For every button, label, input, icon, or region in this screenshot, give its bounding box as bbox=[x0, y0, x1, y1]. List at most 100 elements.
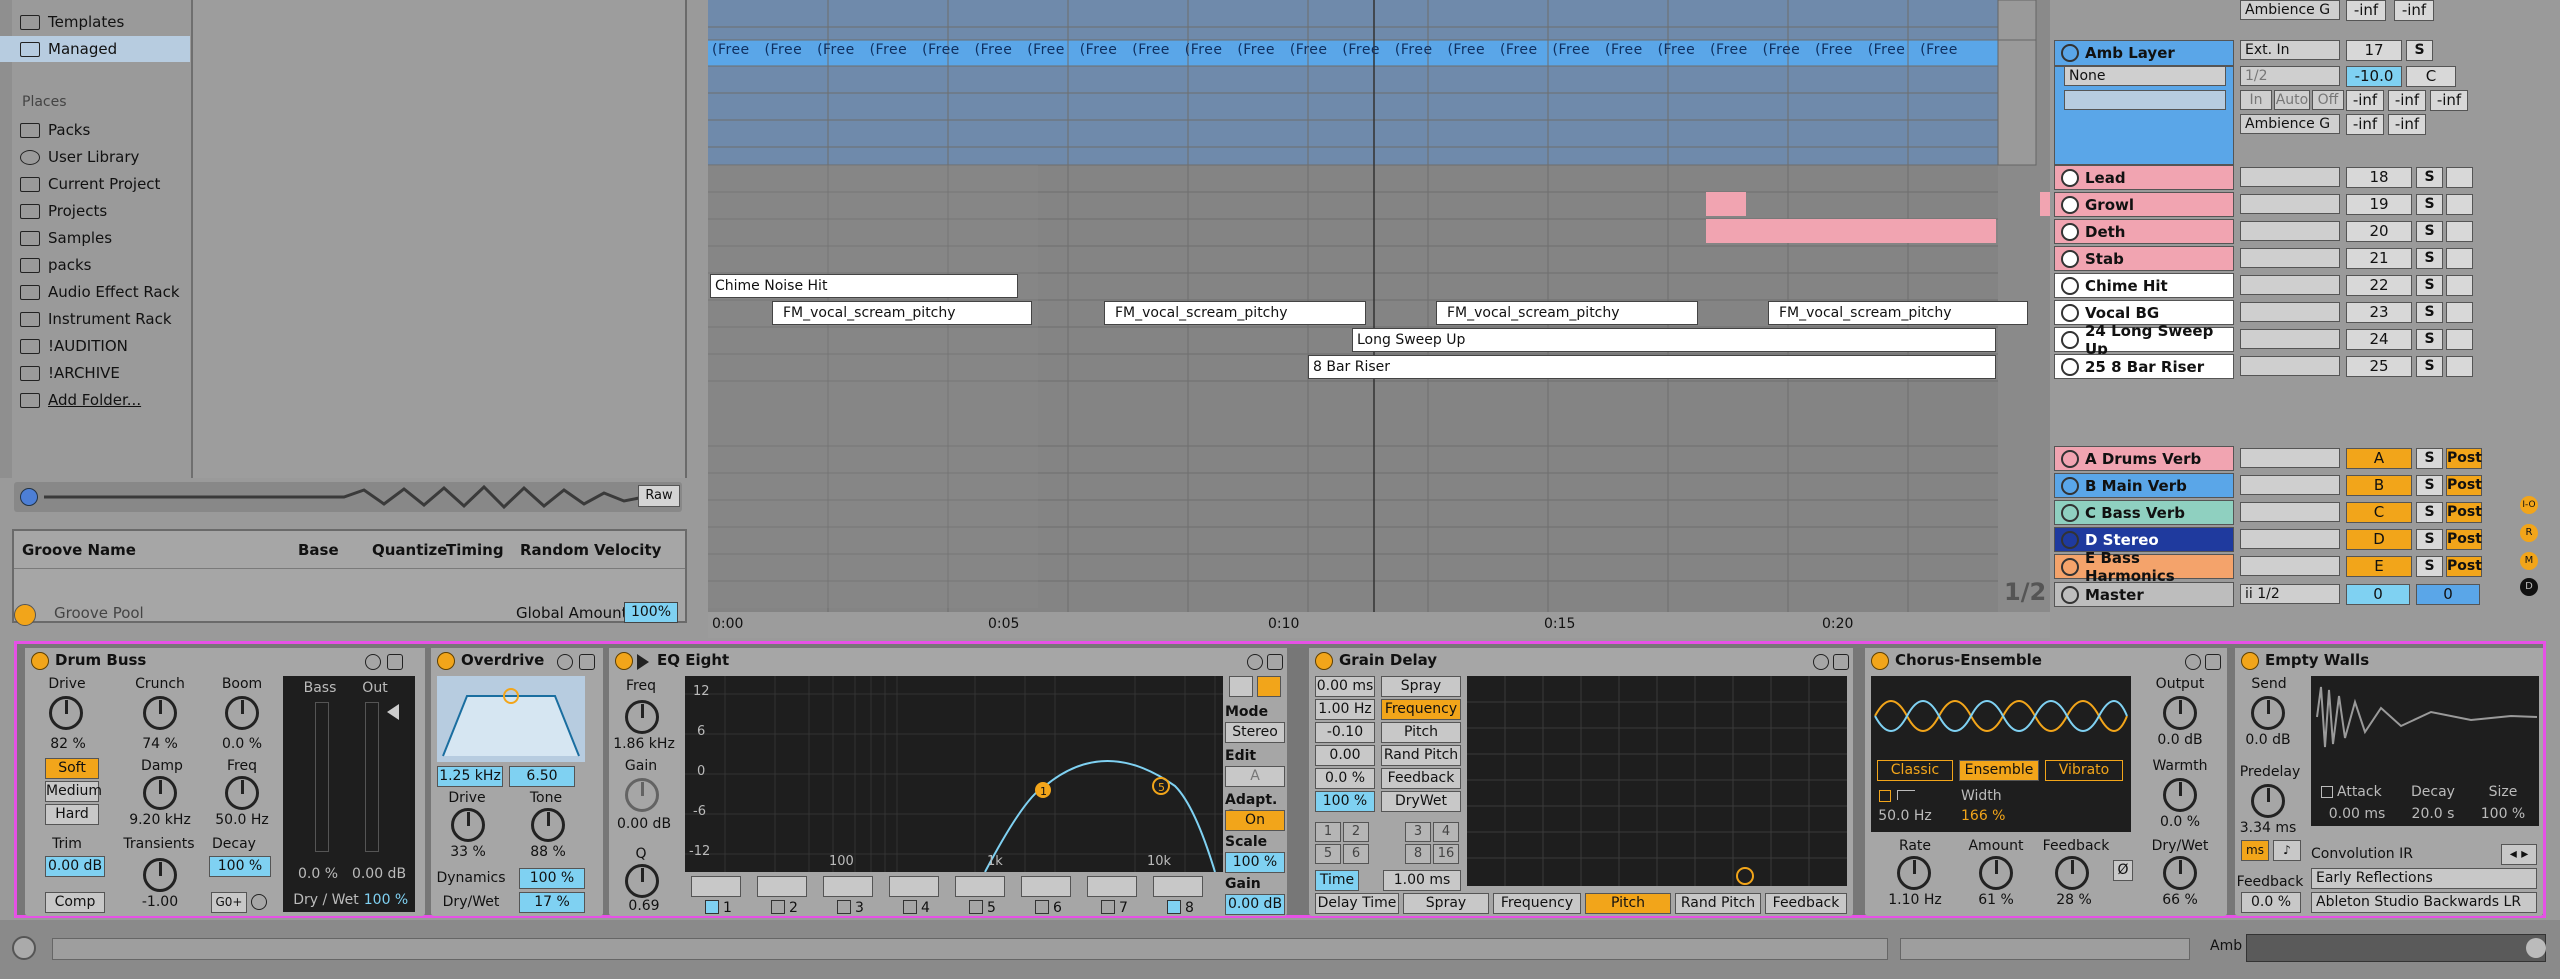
device-save-icon[interactable] bbox=[2205, 654, 2221, 670]
freeze-clip[interactable]: (Free bbox=[975, 42, 1013, 58]
arm-button[interactable] bbox=[2446, 329, 2473, 350]
arm-button[interactable] bbox=[2446, 302, 2473, 323]
freeze-clip[interactable]: (Free bbox=[712, 42, 750, 58]
returns-toggle[interactable]: R bbox=[2520, 524, 2538, 542]
band-filter-type[interactable] bbox=[955, 876, 1005, 897]
device-save-icon[interactable] bbox=[387, 654, 403, 670]
beat-division[interactable]: 6 bbox=[1343, 844, 1369, 864]
device-power-button[interactable] bbox=[31, 652, 49, 670]
freeze-clip[interactable]: (Free bbox=[1500, 42, 1538, 58]
preview-icon[interactable] bbox=[20, 488, 38, 506]
beat-division[interactable]: 4 bbox=[1433, 822, 1459, 842]
send-value[interactable]: -inf bbox=[2388, 114, 2426, 135]
output-routing[interactable]: Ambience G bbox=[2240, 114, 2340, 134]
x-delay-time-button[interactable]: Delay Time bbox=[1315, 893, 1399, 914]
drywet-knob[interactable] bbox=[2163, 856, 2197, 890]
predelay-knob[interactable] bbox=[2251, 784, 2285, 818]
trim-field[interactable]: 0.00 dB bbox=[45, 856, 105, 877]
freeze-clip[interactable]: (Free bbox=[1815, 42, 1853, 58]
return-play-icon[interactable] bbox=[2061, 477, 2079, 495]
scale-field[interactable]: 100 % bbox=[1225, 852, 1285, 873]
groove-col-velocity[interactable]: Velocity bbox=[594, 541, 661, 559]
track-row[interactable]: 24 Long Sweep Up bbox=[2054, 322, 2234, 358]
freq-knob[interactable] bbox=[625, 700, 659, 734]
feedback-field[interactable]: 0.0 % bbox=[2241, 892, 2301, 913]
edit-select[interactable]: A bbox=[1225, 766, 1285, 787]
vibrato-mode-button[interactable]: Vibrato bbox=[2045, 760, 2123, 781]
track-routing[interactable] bbox=[2240, 167, 2340, 187]
return-track-row[interactable]: E Bass Harmonics bbox=[2054, 549, 2234, 585]
attack-value[interactable]: 0.00 ms bbox=[2323, 806, 2391, 822]
audio-clip[interactable]: 8 Bar Riser bbox=[1308, 355, 1996, 379]
band-filter-type[interactable] bbox=[1153, 876, 1203, 897]
arm-button[interactable] bbox=[2446, 275, 2473, 296]
track-routing[interactable] bbox=[2240, 329, 2340, 349]
track-number[interactable]: 24 bbox=[2346, 329, 2412, 350]
freeze-clip[interactable]: (Free bbox=[1080, 42, 1118, 58]
classic-mode-button[interactable]: Classic bbox=[1877, 760, 1953, 781]
q-knob[interactable] bbox=[625, 864, 659, 898]
send-value[interactable]: -inf bbox=[2346, 114, 2384, 135]
device-save-icon[interactable] bbox=[1267, 654, 1283, 670]
freeze-clip[interactable]: (Free bbox=[1395, 42, 1433, 58]
x-spray-button[interactable]: Spray bbox=[1403, 893, 1489, 914]
feedback-field[interactable]: 0.0 % bbox=[1315, 768, 1375, 789]
monitor-auto[interactable]: Auto bbox=[2274, 90, 2310, 110]
solo-button[interactable]: S bbox=[2416, 356, 2443, 377]
place-projects[interactable]: Projects bbox=[0, 198, 190, 224]
track-number[interactable]: 20 bbox=[2346, 221, 2412, 242]
device-title[interactable]: Empty Walls bbox=[2235, 648, 2543, 672]
post-button[interactable]: Post bbox=[2446, 502, 2482, 523]
freeze-clip[interactable]: (Free bbox=[765, 42, 803, 58]
help-icon[interactable] bbox=[2526, 938, 2546, 958]
drive-knob[interactable] bbox=[451, 808, 485, 842]
device-title[interactable]: Chorus-Ensemble bbox=[1865, 648, 2227, 672]
transients-knob[interactable] bbox=[143, 858, 177, 892]
delay-time-field[interactable]: 0.00 ms bbox=[1315, 676, 1375, 697]
return-letter[interactable]: D bbox=[2346, 529, 2412, 550]
audio-clip[interactable]: FM_vocal_scream_pitchy bbox=[1768, 301, 2028, 325]
freeze-clip[interactable]: (Free bbox=[1237, 42, 1275, 58]
track-row[interactable]: Deth bbox=[2054, 219, 2234, 244]
out-meter[interactable] bbox=[365, 702, 379, 852]
track-row[interactable]: 25 8 Bar Riser bbox=[2054, 354, 2234, 379]
expand-icon[interactable] bbox=[637, 654, 649, 670]
freeze-clip[interactable]: (Free bbox=[1132, 42, 1170, 58]
gain-knob[interactable] bbox=[625, 778, 659, 812]
chorus-display[interactable]: Classic Ensemble Vibrato 50.0 Hz Width 1… bbox=[1871, 676, 2131, 832]
note-mode-button[interactable]: ♪ bbox=[2273, 840, 2301, 861]
fold-icon[interactable] bbox=[2061, 44, 2079, 62]
freeze-clip[interactable]: (Free bbox=[1553, 42, 1591, 58]
track-play-icon[interactable] bbox=[2061, 250, 2079, 268]
medium-mode-button[interactable]: Medium bbox=[45, 781, 102, 802]
dynamics-field[interactable]: 100 % bbox=[519, 868, 585, 889]
device-options-icon[interactable] bbox=[557, 654, 573, 670]
device-title[interactable]: EQ Eight bbox=[609, 648, 1287, 672]
beat-division[interactable]: 16 bbox=[1433, 844, 1459, 864]
post-button[interactable]: Post bbox=[2446, 475, 2482, 496]
place-archive[interactable]: !ARCHIVE bbox=[0, 360, 190, 386]
decay-field[interactable]: 100 % bbox=[209, 856, 271, 877]
decay-value[interactable]: 20.0 s bbox=[2403, 806, 2463, 822]
return-play-icon[interactable] bbox=[2061, 531, 2079, 549]
solo-button[interactable]: S bbox=[2416, 248, 2443, 269]
y-feedback-button[interactable]: Feedback bbox=[1381, 768, 1461, 789]
freq-knob[interactable] bbox=[225, 776, 259, 810]
freeze-clip[interactable]: (Free bbox=[817, 42, 855, 58]
device-options-icon[interactable] bbox=[1813, 654, 1829, 670]
return-letter[interactable]: B bbox=[2346, 475, 2412, 496]
place-instrument-rack[interactable]: Instrument Rack bbox=[0, 306, 190, 332]
place-packs[interactable]: Packs bbox=[0, 117, 190, 143]
device-overview-strip[interactable] bbox=[2246, 934, 2546, 962]
tone-knob[interactable] bbox=[531, 808, 565, 842]
send-value[interactable]: -inf bbox=[2346, 90, 2384, 111]
return-routing[interactable] bbox=[2240, 556, 2340, 576]
place-samples[interactable]: Samples bbox=[0, 225, 190, 251]
band-filter-type[interactable] bbox=[889, 876, 939, 897]
solo-button[interactable]: S bbox=[2416, 502, 2443, 523]
monitor-off[interactable]: Off bbox=[2312, 90, 2344, 110]
device-power-button[interactable] bbox=[615, 652, 633, 670]
track-row[interactable]: Lead bbox=[2054, 165, 2234, 190]
filter-width-field[interactable]: 6.50 bbox=[509, 766, 575, 787]
device-save-icon[interactable] bbox=[1833, 654, 1849, 670]
